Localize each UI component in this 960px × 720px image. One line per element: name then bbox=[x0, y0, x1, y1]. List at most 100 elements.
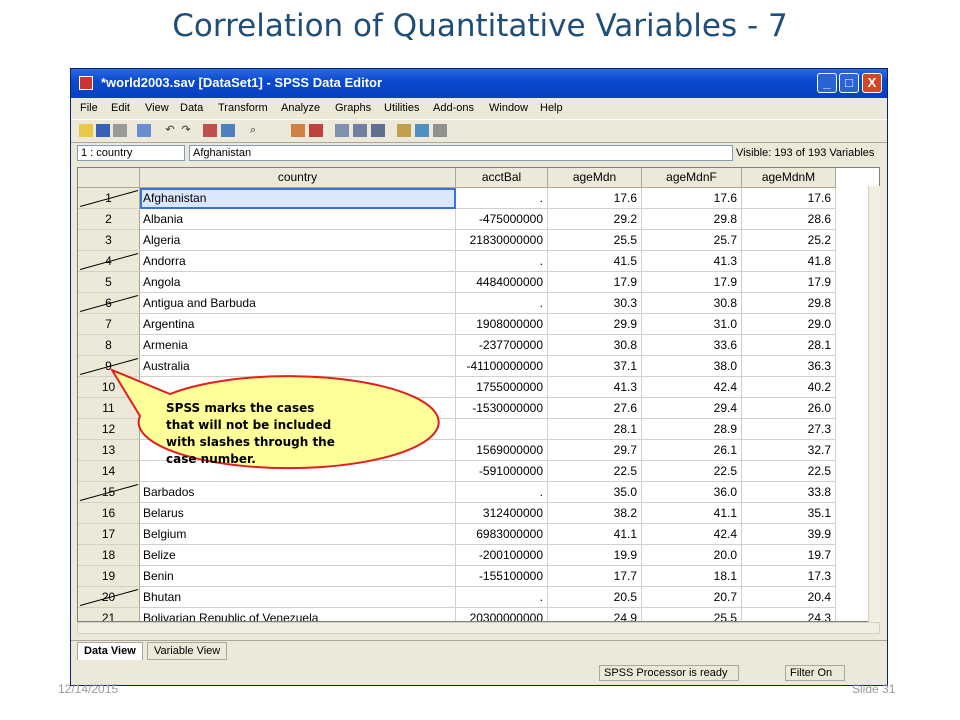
cell-ageMdnM[interactable]: 28.6 bbox=[742, 209, 836, 230]
cell-ageMdn[interactable]: 17.9 bbox=[548, 272, 642, 293]
menu-data[interactable]: Data bbox=[180, 102, 203, 114]
cell-ageMdnF[interactable]: 17.9 bbox=[642, 272, 742, 293]
cell-ageMdnF[interactable]: 28.9 bbox=[642, 419, 742, 440]
cell-ageMdn[interactable]: 17.6 bbox=[548, 188, 642, 209]
column-header-acctBal[interactable]: acctBal bbox=[456, 168, 548, 188]
menu-transform[interactable]: Transform bbox=[218, 102, 268, 114]
cell-acctBal[interactable]: . bbox=[456, 293, 548, 314]
cell-ageMdnF[interactable]: 42.4 bbox=[642, 377, 742, 398]
cell-ageMdnF[interactable]: 29.8 bbox=[642, 209, 742, 230]
dialog-recall-icon[interactable] bbox=[137, 124, 151, 137]
cell-ageMdn[interactable]: 30.8 bbox=[548, 335, 642, 356]
case-number[interactable]: 7 bbox=[78, 314, 140, 335]
cell-ageMdnM[interactable]: 28.1 bbox=[742, 335, 836, 356]
column-header-ageMdnF[interactable]: ageMdnF bbox=[642, 168, 742, 188]
cell-ageMdnM[interactable]: 41.8 bbox=[742, 251, 836, 272]
variables-icon[interactable] bbox=[221, 124, 235, 137]
cell-ageMdn[interactable]: 37.1 bbox=[548, 356, 642, 377]
open-icon[interactable] bbox=[79, 124, 93, 137]
cell-ageMdn[interactable]: 41.3 bbox=[548, 377, 642, 398]
cell-country[interactable]: Belarus bbox=[140, 503, 456, 524]
cell-country[interactable]: Antigua and Barbuda bbox=[140, 293, 456, 314]
cell-acctBal[interactable]: 1569000000 bbox=[456, 440, 548, 461]
menu-view[interactable]: View bbox=[145, 102, 169, 114]
redo-icon[interactable]: ↷ bbox=[179, 124, 193, 137]
cell-ageMdn[interactable]: 28.1 bbox=[548, 419, 642, 440]
cell-ageMdnM[interactable]: 22.5 bbox=[742, 461, 836, 482]
cell-ageMdn[interactable]: 35.0 bbox=[548, 482, 642, 503]
cell-ageMdnF[interactable]: 26.1 bbox=[642, 440, 742, 461]
cell-country[interactable]: Belgium bbox=[140, 524, 456, 545]
menu-add-ons[interactable]: Add-ons bbox=[433, 102, 474, 114]
case-number[interactable]: 3 bbox=[78, 230, 140, 251]
menu-help[interactable]: Help bbox=[540, 102, 563, 114]
cell-ageMdn[interactable]: 38.2 bbox=[548, 503, 642, 524]
cell-ageMdnM[interactable]: 40.2 bbox=[742, 377, 836, 398]
cell-acctBal[interactable]: -237700000 bbox=[456, 335, 548, 356]
cell-ageMdnF[interactable]: 33.6 bbox=[642, 335, 742, 356]
cell-ageMdnM[interactable]: 29.0 bbox=[742, 314, 836, 335]
grid-corner[interactable] bbox=[78, 168, 140, 188]
cell-ageMdnF[interactable]: 41.1 bbox=[642, 503, 742, 524]
cell-acctBal[interactable]: -591000000 bbox=[456, 461, 548, 482]
cell-ageMdnM[interactable]: 35.1 bbox=[742, 503, 836, 524]
cell-ageMdnM[interactable]: 39.9 bbox=[742, 524, 836, 545]
menu-edit[interactable]: Edit bbox=[111, 102, 130, 114]
cell-country[interactable]: Bhutan bbox=[140, 587, 456, 608]
cell-ageMdnM[interactable]: 19.7 bbox=[742, 545, 836, 566]
cell-ageMdnM[interactable]: 27.3 bbox=[742, 419, 836, 440]
case-number[interactable]: 21 bbox=[78, 608, 140, 621]
cell-ageMdnM[interactable]: 17.9 bbox=[742, 272, 836, 293]
cell-ageMdn[interactable]: 20.5 bbox=[548, 587, 642, 608]
print-icon[interactable] bbox=[113, 124, 127, 137]
cell-ageMdn[interactable]: 30.3 bbox=[548, 293, 642, 314]
cell-country[interactable]: Afghanistan bbox=[140, 188, 456, 209]
cell-ageMdn[interactable]: 41.5 bbox=[548, 251, 642, 272]
cell-country[interactable]: Benin bbox=[140, 566, 456, 587]
cell-acctBal[interactable]: 4484000000 bbox=[456, 272, 548, 293]
save-icon[interactable] bbox=[96, 124, 110, 137]
cell-acctBal[interactable]: 1908000000 bbox=[456, 314, 548, 335]
cell-ageMdn[interactable]: 25.5 bbox=[548, 230, 642, 251]
cell-country[interactable]: Algeria bbox=[140, 230, 456, 251]
cell-ageMdnM[interactable]: 32.7 bbox=[742, 440, 836, 461]
split-file-icon[interactable] bbox=[335, 124, 349, 137]
insert-variable-icon[interactable] bbox=[309, 124, 323, 137]
case-number[interactable]: 19 bbox=[78, 566, 140, 587]
cell-ageMdn[interactable]: 29.2 bbox=[548, 209, 642, 230]
cell-ageMdnF[interactable]: 18.1 bbox=[642, 566, 742, 587]
cell-acctBal[interactable]: -1530000000 bbox=[456, 398, 548, 419]
minimize-button[interactable]: _ bbox=[817, 73, 837, 93]
cell-acctBal[interactable]: 21830000000 bbox=[456, 230, 548, 251]
value-labels-icon[interactable] bbox=[397, 124, 411, 137]
cell-country[interactable]: Australia bbox=[140, 356, 456, 377]
cell-country[interactable]: Argentina bbox=[140, 314, 456, 335]
cell-acctBal[interactable]: 6983000000 bbox=[456, 524, 548, 545]
cell-acctBal[interactable]: . bbox=[456, 482, 548, 503]
cell-ageMdnF[interactable]: 42.4 bbox=[642, 524, 742, 545]
cell-country[interactable]: Andorra bbox=[140, 251, 456, 272]
cell-country[interactable]: Angola bbox=[140, 272, 456, 293]
cell-ageMdnF[interactable]: 30.8 bbox=[642, 293, 742, 314]
case-number[interactable]: 18 bbox=[78, 545, 140, 566]
vertical-scrollbar[interactable] bbox=[868, 186, 880, 622]
cell-acctBal[interactable]: 20300000000 bbox=[456, 608, 548, 621]
cell-ageMdnM[interactable]: 17.3 bbox=[742, 566, 836, 587]
cell-ageMdnF[interactable]: 41.3 bbox=[642, 251, 742, 272]
cell-ageMdnM[interactable]: 20.4 bbox=[742, 587, 836, 608]
column-header-ageMdnM[interactable]: ageMdnM bbox=[742, 168, 836, 188]
tab-data-view[interactable]: Data View bbox=[77, 642, 143, 660]
select-cases-icon[interactable] bbox=[371, 124, 385, 137]
case-number[interactable]: 17 bbox=[78, 524, 140, 545]
cell-ageMdnM[interactable]: 25.2 bbox=[742, 230, 836, 251]
undo-icon[interactable]: ↶ bbox=[163, 124, 177, 137]
cell-country[interactable]: Belize bbox=[140, 545, 456, 566]
cell-ageMdnF[interactable]: 36.0 bbox=[642, 482, 742, 503]
cell-ageMdnF[interactable]: 38.0 bbox=[642, 356, 742, 377]
cell-ageMdnF[interactable]: 20.7 bbox=[642, 587, 742, 608]
cell-value-input[interactable]: Afghanistan bbox=[189, 145, 733, 161]
cell-acctBal[interactable]: -155100000 bbox=[456, 566, 548, 587]
case-number[interactable]: 16 bbox=[78, 503, 140, 524]
cell-ageMdnM[interactable]: 33.8 bbox=[742, 482, 836, 503]
cell-ageMdn[interactable]: 27.6 bbox=[548, 398, 642, 419]
